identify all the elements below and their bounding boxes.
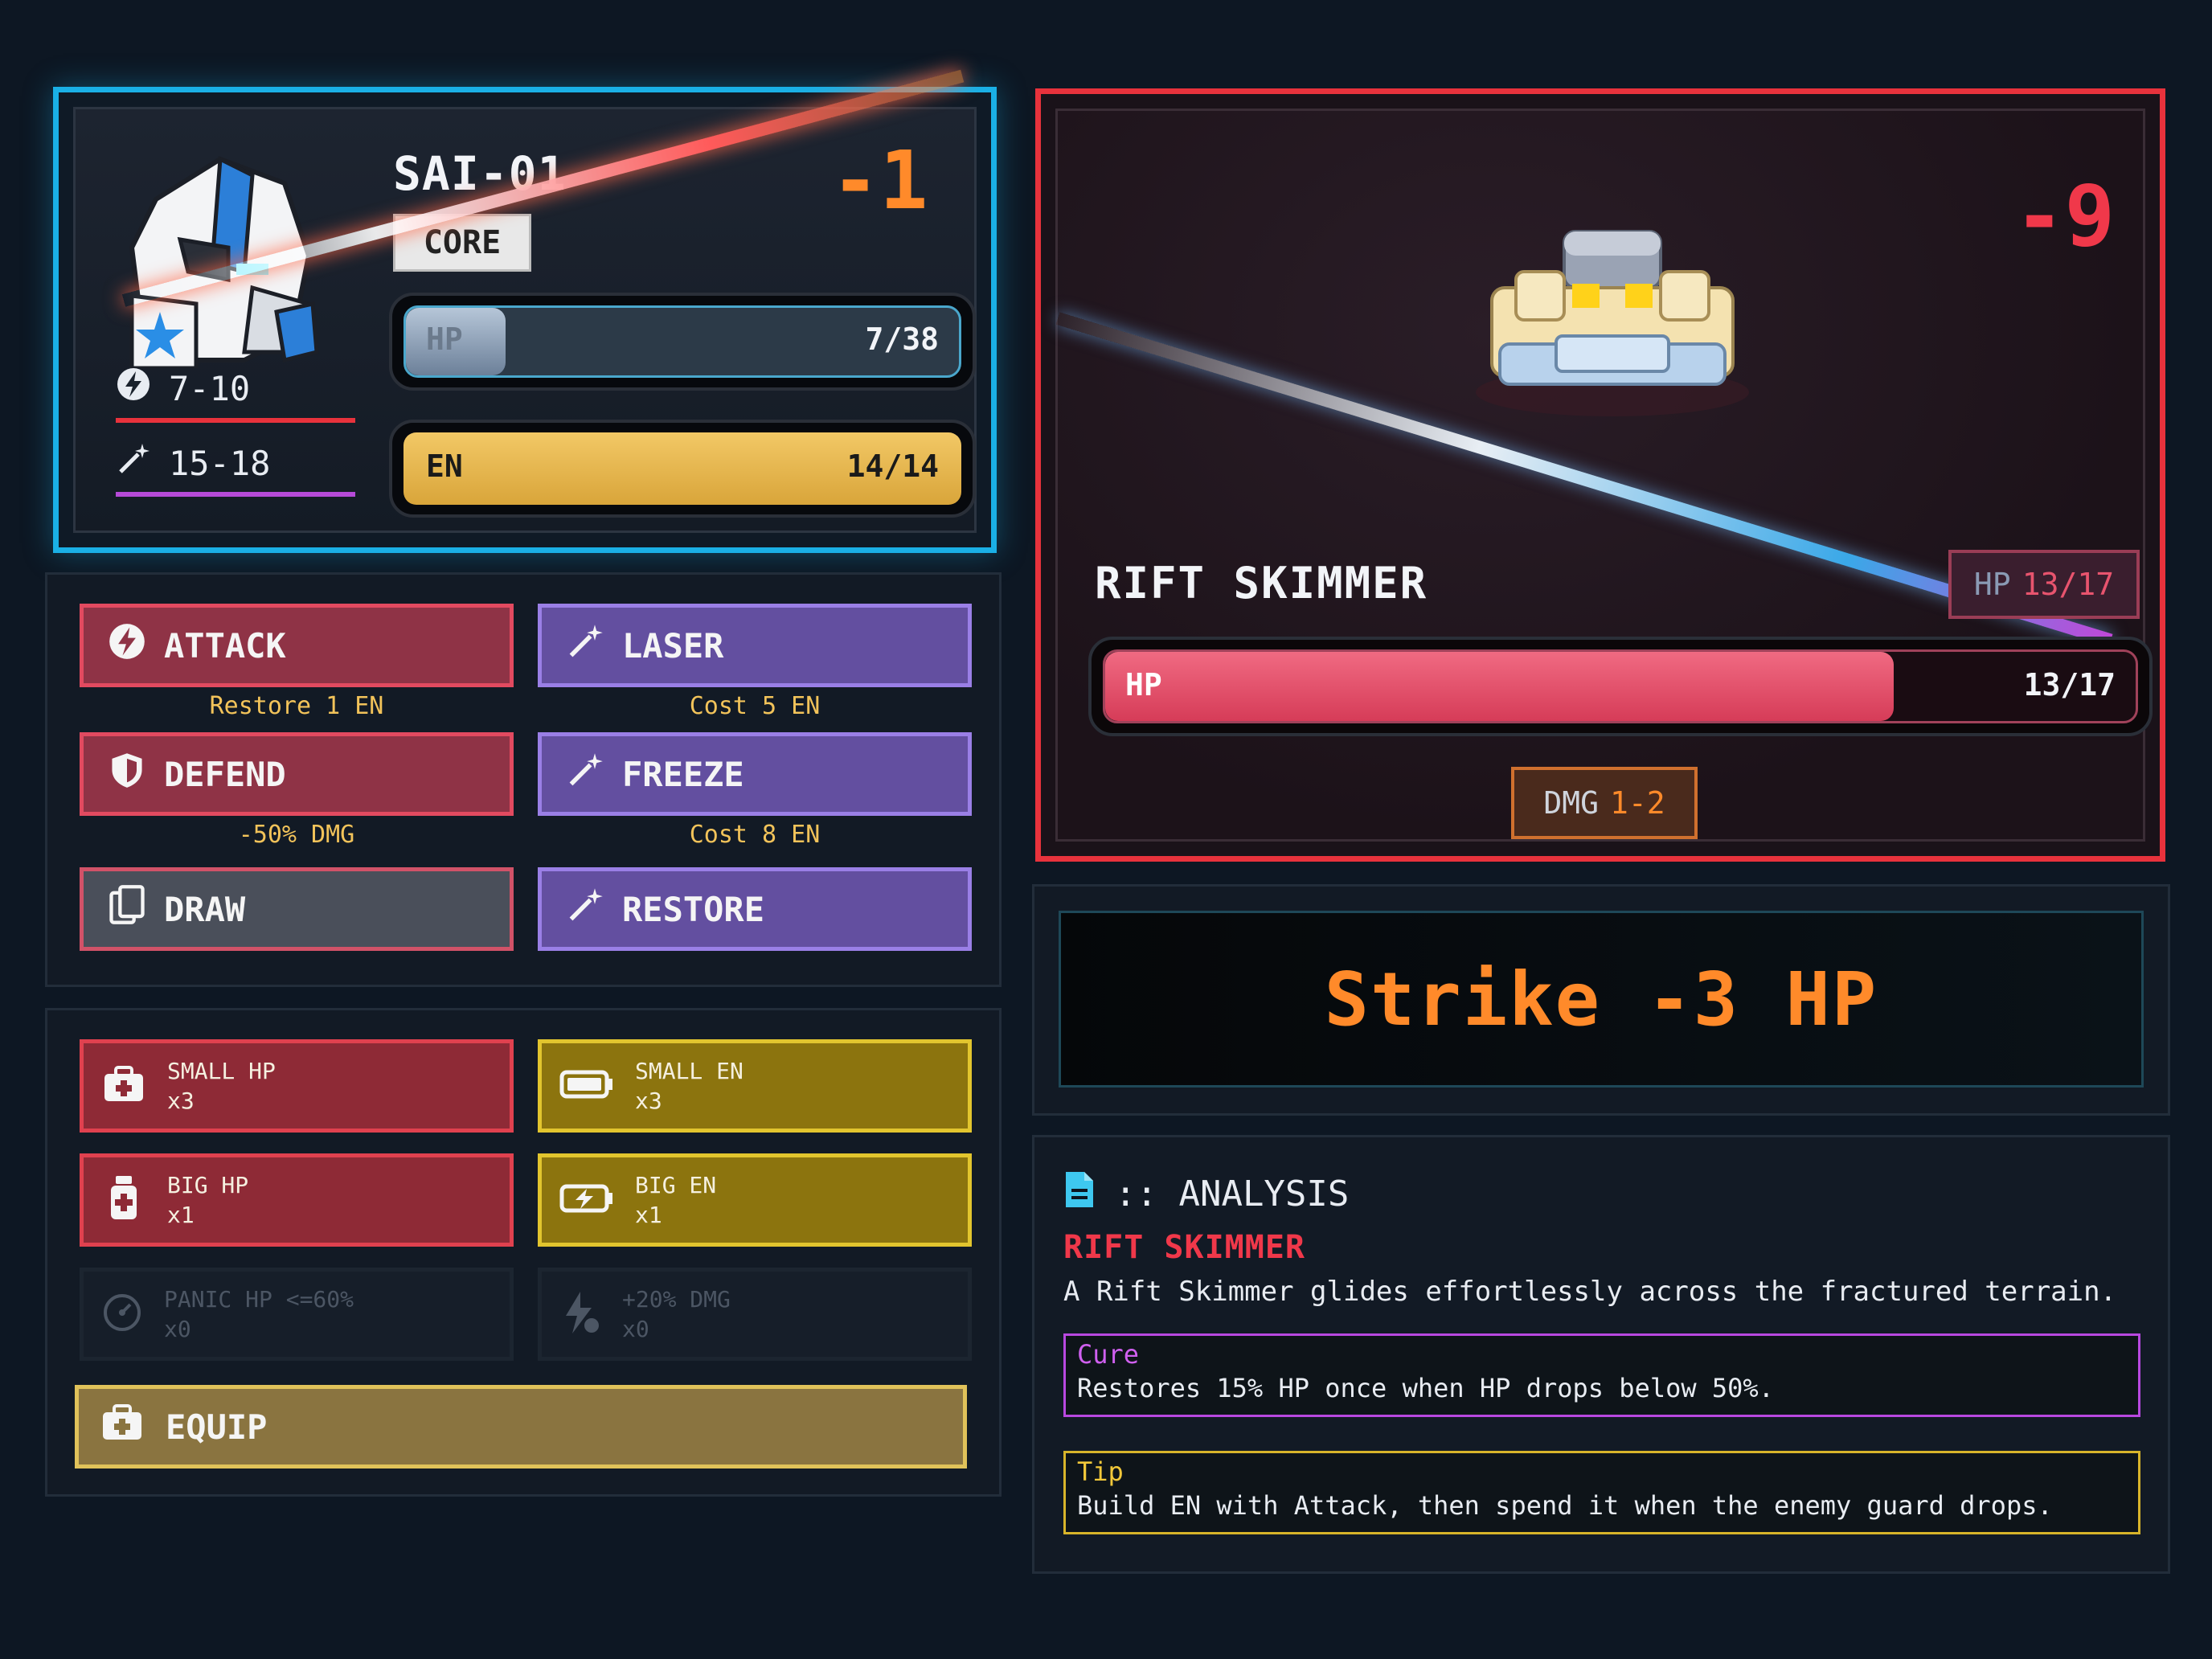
big-en-name: BIG EN [635, 1172, 717, 1198]
draw-button-label: DRAW [164, 889, 246, 929]
analysis-panel: :: ANALYSIS RIFT SKIMMER A Rift Skimmer … [1032, 1135, 2170, 1574]
enemy-hp-value: 13/17 [2023, 667, 2116, 703]
attack-note: Restore 1 EN [209, 692, 384, 720]
tip-box: Tip Build EN with Attack, then spend it … [1063, 1451, 2140, 1534]
laser-note: Cost 5 EN [689, 692, 821, 720]
restore-button-label: RESTORE [622, 889, 765, 929]
dmg-boost-name: +20% DMG [622, 1286, 731, 1313]
enemy-hp-bar: HP 13/17 [1088, 637, 2153, 736]
enemy-hp-label: HP [1125, 667, 1162, 703]
freeze-button-label: FREEZE [622, 754, 744, 794]
enemy-name: RIFT SKIMMER [1095, 558, 1428, 608]
sparkle-wand-icon [566, 751, 604, 797]
enemy-dmg-label: DMG [1543, 785, 1599, 821]
sparkle-wand-icon [566, 886, 604, 932]
battery-icon [559, 1068, 614, 1104]
combat-log-box: Strike -3 HP [1059, 911, 2144, 1088]
attack-range-underline [116, 418, 355, 423]
laser-range-underline [116, 492, 355, 497]
medkit-icon [100, 1403, 145, 1451]
enemy-panel-inner: -9 RIFT SKIMMER HP 13/17 HP 13/17 DMG 1-… [1055, 109, 2153, 842]
equip-button-label: EQUIP [166, 1407, 268, 1447]
bolt-plus-icon [559, 1290, 601, 1338]
sparkle-wand-icon [116, 441, 151, 485]
big-en-item[interactable]: BIG EN x1 [538, 1153, 972, 1247]
enemy-dmg-badge: DMG 1-2 [1511, 767, 1698, 839]
draw-button[interactable]: DRAW [80, 867, 514, 951]
combat-log-message: Strike -3 HP [1324, 956, 1878, 1043]
player-en-value: 14/14 [846, 449, 939, 484]
attack-button[interactable]: ATTACK [80, 604, 514, 687]
laser-range-stat: 15-18 [116, 441, 270, 485]
tip-title: Tip [1077, 1456, 1124, 1487]
dmg-boost-item[interactable]: +20% DMG x0 [538, 1268, 972, 1361]
enemy-dmg-value: 1-2 [1610, 785, 1665, 821]
player-panel: SAI-01 CORE -1 7-10 15-18 HP 7/38 EN 14/… [53, 69, 997, 553]
player-hp-label: HP [426, 322, 463, 357]
document-icon [1063, 1169, 1096, 1219]
small-hp-item[interactable]: SMALL HP x3 [80, 1039, 514, 1133]
lightning-icon [116, 367, 151, 410]
equip-button[interactable]: EQUIP [75, 1385, 967, 1469]
enemy-hp-fill [1105, 652, 1894, 721]
small-en-qty: x3 [635, 1088, 662, 1114]
attack-button-label: ATTACK [164, 625, 286, 666]
enemy-hp-badge: HP 13/17 [1948, 550, 2140, 619]
small-hp-qty: x3 [167, 1088, 195, 1114]
cure-body: Restores 15% HP once when HP drops below… [1077, 1373, 1774, 1403]
enemy-sprite [1468, 207, 1757, 416]
big-hp-item[interactable]: BIG HP x1 [80, 1153, 514, 1247]
player-en-label: EN [426, 449, 463, 484]
items-panel: SMALL HP x3 SMALL EN x3 BIG HP x1 BIG EN x1 … [45, 1008, 1002, 1497]
player-hp-value: 7/38 [865, 322, 939, 357]
panic-hp-item[interactable]: PANIC HP <=60% x0 [80, 1268, 514, 1361]
defend-note: -50% DMG [238, 821, 355, 849]
cards-icon [108, 884, 146, 934]
small-en-name: SMALL EN [635, 1058, 743, 1084]
cure-title: Cure [1077, 1339, 1140, 1370]
player-avatar [124, 151, 349, 371]
laser-range-value: 15-18 [169, 443, 271, 483]
laser-button[interactable]: LASER [538, 604, 972, 687]
restore-button[interactable]: RESTORE [538, 867, 972, 951]
small-hp-name: SMALL HP [167, 1058, 276, 1084]
charging-battery-icon [559, 1182, 614, 1218]
freeze-note: Cost 8 EN [689, 821, 821, 849]
small-en-item[interactable]: SMALL EN x3 [538, 1039, 972, 1133]
potion-bottle-icon [101, 1174, 146, 1226]
analysis-header-text: :: ANALYSIS [1115, 1174, 1350, 1215]
tip-body: Build EN with Attack, then spend it when… [1077, 1490, 2053, 1521]
dmg-boost-qty: x0 [622, 1316, 649, 1342]
analysis-description: A Rift Skimmer glides effortlessly acros… [1063, 1276, 2117, 1308]
actions-panel: ATTACK Restore 1 EN LASER Cost 5 EN DEFE… [45, 572, 1002, 987]
medkit-icon [101, 1064, 146, 1108]
analysis-header: :: ANALYSIS [1063, 1169, 1349, 1219]
player-en-bar: EN 14/14 [389, 420, 976, 518]
sparkle-wand-icon [566, 622, 604, 669]
player-damage-float: -1 [831, 133, 928, 227]
cure-box: Cure Restores 15% HP once when HP drops … [1063, 1333, 2140, 1417]
player-panel-inner: SAI-01 CORE -1 7-10 15-18 HP 7/38 EN 14/… [73, 69, 977, 533]
defend-button[interactable]: DEFEND [80, 732, 514, 816]
shield-icon [108, 751, 146, 797]
panic-hp-name: PANIC HP <=60% [164, 1286, 354, 1313]
analysis-enemy-name: RIFT SKIMMER [1063, 1229, 1305, 1266]
defend-button-label: DEFEND [164, 754, 286, 794]
big-hp-name: BIG HP [167, 1172, 249, 1198]
player-hp-bar: HP 7/38 [389, 293, 976, 391]
attack-range-value: 7-10 [169, 368, 251, 408]
attack-range-stat: 7-10 [116, 367, 250, 410]
big-hp-qty: x1 [167, 1202, 195, 1228]
freeze-button[interactable]: FREEZE [538, 732, 972, 816]
enemy-hp-badge-label: HP [1973, 567, 2011, 602]
enemy-hp-badge-value: 13/17 [2022, 567, 2115, 602]
panic-hp-qty: x0 [164, 1316, 191, 1342]
gauge-icon [101, 1292, 143, 1337]
big-en-qty: x1 [635, 1202, 662, 1228]
laser-button-label: LASER [622, 625, 724, 666]
enemy-panel: -9 RIFT SKIMMER HP 13/17 HP 13/17 DMG 1-… [1035, 88, 2165, 862]
enemy-damage-float: -9 [2014, 167, 2116, 265]
combat-log-panel: Strike -3 HP [1032, 884, 2170, 1116]
lightning-icon [108, 622, 146, 669]
